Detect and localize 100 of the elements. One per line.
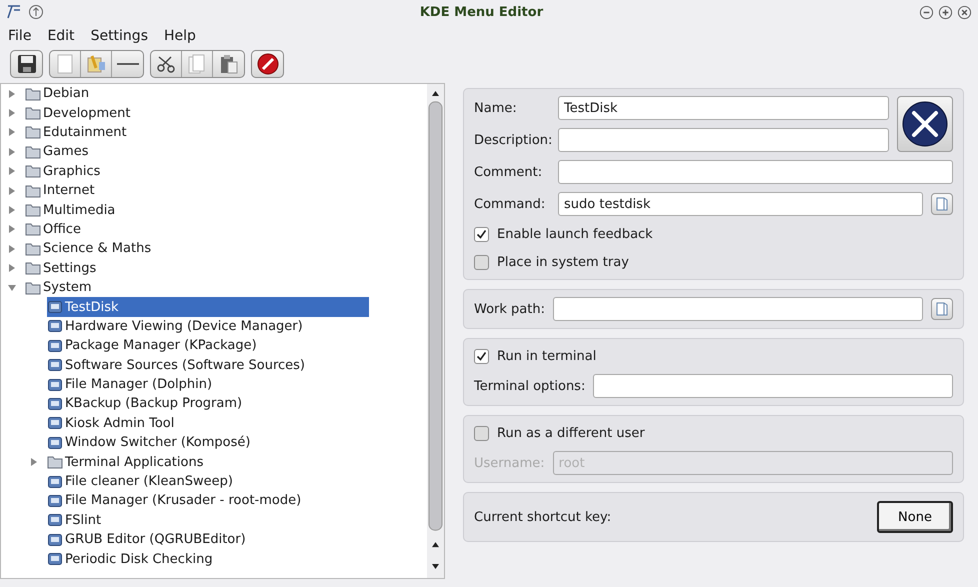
scissors-icon xyxy=(156,54,176,74)
tree-item[interactable]: File Manager (Dolphin) xyxy=(47,374,216,395)
field-label: Terminal options: xyxy=(474,378,586,394)
tree-item[interactable]: Periodic Disk Checking xyxy=(47,549,217,570)
tree-item[interactable]: File Manager (Krusader - root-mode) xyxy=(47,490,306,511)
folder-icon xyxy=(25,221,41,238)
expand-arrow-icon[interactable] xyxy=(7,186,17,196)
expand-arrow-icon[interactable] xyxy=(7,166,17,176)
app-icon xyxy=(47,434,63,451)
shortcut-button[interactable]: None xyxy=(877,501,953,533)
folder-icon xyxy=(25,182,41,199)
comment-field[interactable] xyxy=(558,160,953,184)
folder-icon xyxy=(25,240,41,257)
folder-icon xyxy=(25,86,41,102)
blank-page-icon xyxy=(57,54,73,74)
app-icon xyxy=(47,512,63,528)
checkmark-icon xyxy=(476,350,487,362)
folder-icon xyxy=(935,301,949,317)
folder-icon xyxy=(47,454,63,470)
expand-arrow-icon[interactable] xyxy=(7,146,17,157)
minimize-icon[interactable] xyxy=(919,4,934,20)
tree-item[interactable]: Internet xyxy=(25,180,99,201)
work-path-field[interactable] xyxy=(553,297,923,321)
folder-icon xyxy=(25,163,41,180)
collapse-arrow-icon[interactable] xyxy=(7,282,17,293)
expand-arrow-icon[interactable] xyxy=(7,88,17,99)
expand-arrow-icon[interactable] xyxy=(7,205,17,216)
expand-arrow-icon[interactable] xyxy=(7,127,17,138)
app-icon xyxy=(47,474,63,490)
folder-icon xyxy=(935,196,949,212)
pencil-page-icon xyxy=(86,54,106,74)
tree-item[interactable]: Debian xyxy=(25,84,94,104)
app-icon xyxy=(47,396,63,412)
tree-item[interactable]: Edutainment xyxy=(25,122,131,142)
tree-item[interactable]: GRUB Editor (QGRUBEditor) xyxy=(47,530,250,550)
tree-item[interactable]: KBackup (Backup Program) xyxy=(47,394,246,414)
menu-item[interactable]: File xyxy=(2,28,38,44)
field-label: Username: xyxy=(474,456,545,470)
window-title: KDE Menu Editor xyxy=(418,4,544,20)
app-icon xyxy=(47,551,63,568)
clipboard-icon xyxy=(220,54,238,74)
field-label: Current shortcut key: xyxy=(474,510,612,524)
tree-item[interactable]: TestDisk xyxy=(47,297,369,317)
field-label: Work path: xyxy=(474,302,545,316)
tree-item[interactable]: Kiosk Admin Tool xyxy=(47,413,178,434)
tree-item[interactable]: Software Sources (Software Sources) xyxy=(47,355,309,376)
name-field[interactable]: TestDisk xyxy=(558,96,889,120)
folder-icon xyxy=(25,202,41,218)
field-label: Command: xyxy=(474,196,546,212)
app-icon xyxy=(47,532,63,548)
tree-item[interactable]: Window Switcher (Komposé) xyxy=(47,432,254,453)
app-icon xyxy=(47,492,63,509)
browse-button[interactable] xyxy=(931,193,953,215)
expand-arrow-icon[interactable] xyxy=(7,263,17,274)
folder-icon xyxy=(25,260,41,276)
tree-item[interactable]: FSlint xyxy=(47,510,106,530)
scrollbar[interactable] xyxy=(427,84,444,578)
tree-item[interactable]: Games xyxy=(25,142,92,162)
tree-item[interactable]: Settings xyxy=(25,258,100,278)
close-icon[interactable] xyxy=(957,4,972,20)
browse-button[interactable] xyxy=(931,298,953,320)
checkbox[interactable]: Enable launch feedback xyxy=(474,224,953,244)
tree-item[interactable]: System xyxy=(25,278,96,298)
field-label: Comment: xyxy=(474,164,544,180)
expand-arrow-icon[interactable] xyxy=(7,244,17,254)
folder-icon xyxy=(25,144,41,160)
expand-arrow-icon[interactable] xyxy=(29,457,39,468)
menu-item[interactable]: Settings xyxy=(84,28,154,44)
line-icon xyxy=(116,62,138,66)
menu-item[interactable]: Edit xyxy=(41,28,81,44)
tree-item[interactable]: Graphics xyxy=(25,161,104,182)
tree-item[interactable]: Terminal Applications xyxy=(47,452,208,472)
tree-item[interactable]: Science & Maths xyxy=(25,238,156,259)
maximize-icon[interactable] xyxy=(938,4,953,20)
checkbox[interactable]: Run in terminal xyxy=(474,346,953,366)
pages-icon xyxy=(188,54,206,74)
tree-item[interactable]: Development xyxy=(25,103,135,124)
icon-button[interactable] xyxy=(897,96,953,152)
field-label: Name: xyxy=(474,100,518,116)
field-label: Description: xyxy=(474,132,550,148)
app-icon xyxy=(47,357,63,374)
folder-icon xyxy=(25,280,41,296)
expand-arrow-icon[interactable] xyxy=(7,224,17,234)
tree-item[interactable]: Hardware Viewing (Device Manager) xyxy=(47,316,307,336)
tree-item[interactable]: Multimedia xyxy=(25,200,120,220)
app-icon xyxy=(47,338,63,354)
menu-item[interactable]: Help xyxy=(158,28,202,44)
command-field[interactable]: sudo testdisk xyxy=(558,192,923,216)
app-icon xyxy=(47,299,63,315)
checkbox[interactable]: Place in system tray xyxy=(474,252,953,272)
checkmark-icon xyxy=(476,228,487,240)
pin-icon[interactable] xyxy=(28,4,44,20)
tree-item[interactable]: File cleaner (KleanSweep) xyxy=(47,472,237,492)
terminal-options-field[interactable] xyxy=(593,374,953,398)
app-icon xyxy=(47,415,63,432)
tree-item[interactable]: Package Manager (KPackage) xyxy=(47,336,261,356)
expand-arrow-icon[interactable] xyxy=(7,108,17,118)
folder-icon xyxy=(25,105,41,122)
tree-item[interactable]: Office xyxy=(25,219,85,240)
description-field[interactable] xyxy=(558,128,889,152)
